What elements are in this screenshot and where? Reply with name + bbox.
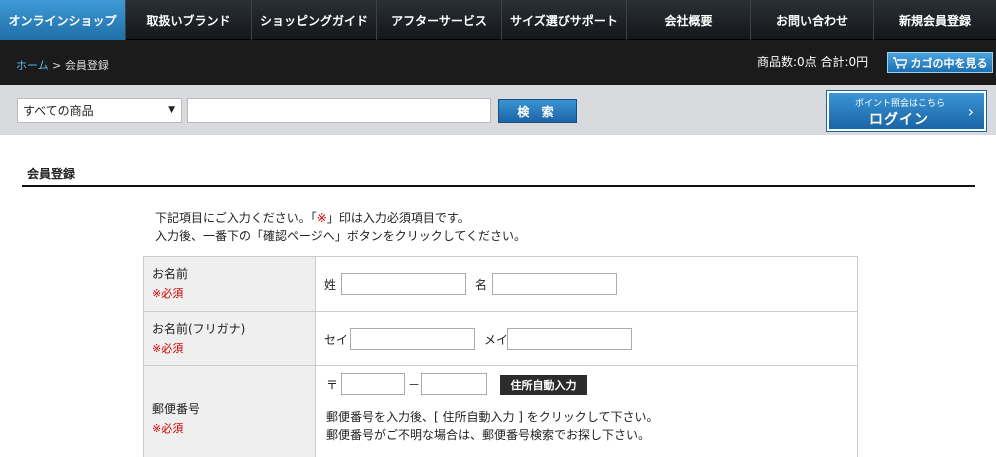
zip-label: 郵便番号 — [152, 402, 201, 416]
intro-text: 下記項目にご入力ください。「※」印は入力必須項目です。 入力後、一番下の「確認ペ… — [155, 209, 526, 245]
last-kana-input[interactable] — [350, 328, 475, 350]
required-mark: ※ — [316, 211, 327, 225]
nav-brands[interactable]: 取扱いブランド — [126, 0, 252, 40]
zip-required: ※必須 — [152, 422, 184, 435]
search-bar: すべての商品 ▼ 検 索 ポイント照会はこちら ログイン › — [0, 85, 996, 135]
nav-company[interactable]: 会社概要 — [627, 0, 751, 40]
last-name-input[interactable] — [341, 273, 466, 295]
breadcrumb: ホーム > 会員登録 — [16, 57, 109, 73]
nav-size-support[interactable]: サイズ選びサポート — [502, 0, 627, 40]
name-label: お名前 — [152, 267, 189, 281]
name-field-cell: 姓 名 — [316, 257, 857, 311]
nav-online-shop[interactable]: オンラインショップ — [0, 0, 126, 40]
category-selected-value: すべての商品 — [23, 104, 94, 118]
last-name-label: 姓 — [324, 278, 337, 292]
name-label-cell: お名前 ※必須 — [144, 257, 316, 311]
kana-field-cell: セイ メイ — [316, 312, 857, 365]
zip-first-input[interactable] — [341, 373, 405, 395]
zip-field-cell: 〒 － 住所自動入力 郵便番号を入力後、[ 住所自動入力 ] をクリックして下さ… — [316, 366, 857, 457]
nav-shopping-guide[interactable]: ショッピングガイド — [252, 0, 377, 40]
postal-mark: 〒 — [326, 378, 339, 392]
search-button[interactable]: 検 索 — [498, 99, 577, 123]
intro-line-1-b: 」印は入力必須項目です。 — [326, 211, 470, 225]
breadcrumb-home-link[interactable]: ホーム — [16, 59, 49, 72]
intro-line-1: 下記項目にご入力ください。「※」印は入力必須項目です。 — [155, 209, 526, 227]
form-row-kana: お名前(フリガナ) ※必須 セイ メイ — [143, 312, 858, 366]
registration-form: お名前 ※必須 姓 名 お名前(フリガナ) ※必須 セイ メイ 郵便番号 ※必須… — [143, 256, 858, 457]
cart-summary: 商品数:0点 合計:0円 — [757, 55, 869, 69]
top-navigation: オンラインショップ 取扱いブランド ショッピングガイド アフターサービス サイズ… — [0, 0, 996, 40]
breadcrumb-current: 会員登録 — [64, 59, 109, 72]
category-select[interactable]: すべての商品 ▼ — [17, 98, 182, 123]
nav-register[interactable]: 新規会員登録 — [874, 0, 996, 40]
zip-note-1: 郵便番号を入力後、[ 住所自動入力 ] をクリックして下さい。 — [326, 410, 659, 424]
first-kana-label: メイ — [484, 333, 509, 347]
zip-dash: － — [408, 378, 421, 392]
first-name-label: 名 — [475, 278, 488, 292]
intro-line-2: 入力後、一番下の「確認ページへ」ボタンをクリックしてください。 — [155, 229, 527, 243]
cart-icon — [892, 56, 907, 69]
login-label: ログイン — [869, 112, 929, 128]
zip-note-2: 郵便番号がご不明な場合は、郵便番号検索でお探し下さい。 — [326, 428, 651, 442]
title-divider — [22, 185, 975, 187]
form-row-zip: 郵便番号 ※必須 〒 － 住所自動入力 郵便番号を入力後、[ 住所自動入力 ] … — [143, 366, 858, 457]
chevron-right-icon: › — [967, 102, 974, 121]
form-row-name: お名前 ※必須 姓 名 — [143, 257, 858, 312]
kana-required: ※必須 — [152, 342, 184, 355]
zip-label-cell: 郵便番号 ※必須 — [144, 366, 316, 457]
view-cart-label: カゴの中を見る — [910, 56, 988, 70]
login-button[interactable]: ポイント照会はこちら ログイン › — [826, 90, 987, 132]
nav-after-service[interactable]: アフターサービス — [377, 0, 502, 40]
intro-line-1-a: 下記項目にご入力ください。「 — [155, 211, 317, 225]
breadcrumb-bar: ホーム > 会員登録 商品数:0点 合計:0円 カゴの中を見る — [0, 40, 996, 85]
auto-address-button[interactable]: 住所自動入力 — [500, 375, 587, 395]
login-subtext: ポイント照会はこちら — [855, 99, 946, 109]
zip-second-input[interactable] — [421, 373, 487, 395]
nav-contact[interactable]: お問い合わせ — [751, 0, 874, 40]
search-input[interactable] — [187, 98, 491, 123]
last-kana-label: セイ — [324, 333, 349, 347]
dropdown-arrow-icon: ▼ — [168, 105, 175, 115]
first-name-input[interactable] — [492, 273, 617, 295]
name-required: ※必須 — [152, 287, 184, 300]
kana-label-cell: お名前(フリガナ) ※必須 — [144, 312, 316, 365]
page-title: 会員登録 — [27, 167, 76, 181]
kana-label: お名前(フリガナ) — [152, 322, 246, 336]
breadcrumb-separator: > — [48, 59, 65, 72]
view-cart-button[interactable]: カゴの中を見る — [887, 52, 993, 73]
first-kana-input[interactable] — [507, 328, 632, 350]
